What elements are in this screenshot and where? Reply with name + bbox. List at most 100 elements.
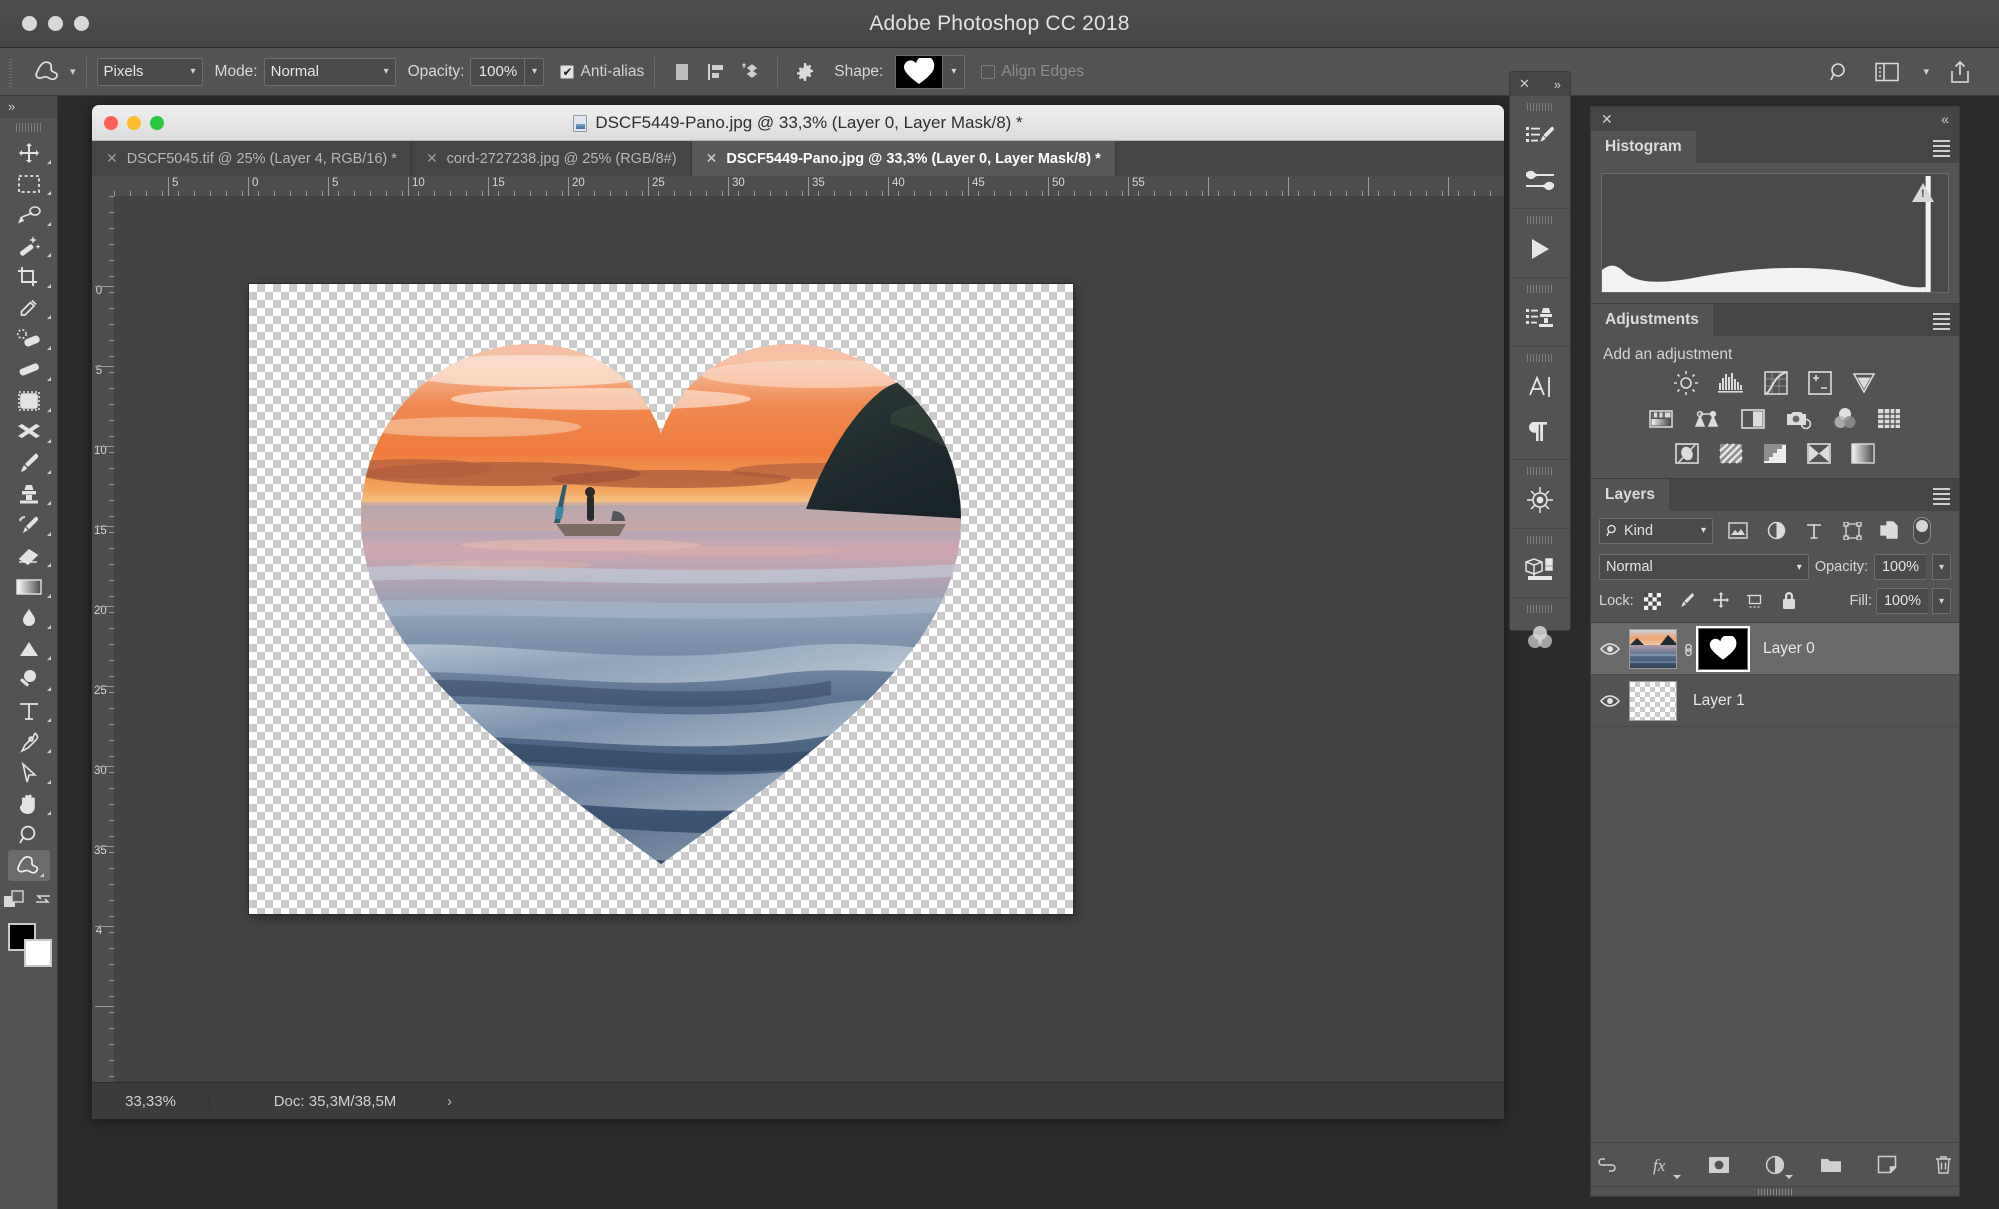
- panel-clone-source[interactable]: [1510, 296, 1570, 340]
- layer-opacity-stepper[interactable]: ▾: [1932, 554, 1951, 580]
- align-edges-checkbox[interactable]: Align Edges: [981, 63, 1084, 81]
- tool-preset-chevron-icon[interactable]: ▾: [70, 65, 76, 78]
- close-icon[interactable]: ✕: [1519, 76, 1530, 92]
- layer-opacity-input[interactable]: 100%: [1874, 554, 1926, 580]
- custom-shape-picker[interactable]: [895, 54, 944, 89]
- layers-list[interactable]: Layer 0 Layer 1: [1591, 622, 1959, 1142]
- filter-adjustment-layers[interactable]: [1757, 518, 1795, 544]
- panel-resize-grip[interactable]: [1591, 1186, 1959, 1196]
- tools-panel-grip[interactable]: [15, 121, 42, 133]
- minidock-grip[interactable]: [1527, 283, 1553, 294]
- filter-type-layers[interactable]: [1795, 518, 1833, 544]
- panel-paragraph[interactable]: [1510, 409, 1570, 453]
- tool-blur[interactable]: [0, 602, 57, 633]
- status-expand-icon[interactable]: ›: [447, 1093, 452, 1110]
- color-swatches[interactable]: [7, 923, 52, 967]
- panel-channels[interactable]: [1510, 616, 1570, 660]
- doc-size-info[interactable]: Doc: 35,3M/38,5M ›: [210, 1093, 460, 1110]
- layer-blend-mode-select[interactable]: Normal ▾: [1599, 554, 1809, 580]
- layer-fill-stepper[interactable]: ▾: [1932, 588, 1951, 614]
- tool-eyedropper[interactable]: [0, 292, 57, 323]
- tool-clone-stamp[interactable]: [0, 478, 57, 509]
- layer-name[interactable]: Layer 1: [1693, 692, 1745, 710]
- close-icon[interactable]: ✕: [106, 150, 118, 167]
- layer-name[interactable]: Layer 0: [1763, 640, 1815, 658]
- close-icon[interactable]: ✕: [706, 150, 718, 167]
- tool-eraser[interactable]: [0, 540, 57, 571]
- layer-row-1[interactable]: Layer 1: [1591, 675, 1959, 727]
- layer-style-button[interactable]: fx: [1650, 1152, 1681, 1179]
- curves-icon[interactable]: [1763, 370, 1789, 396]
- selective-color-icon[interactable]: [1806, 442, 1832, 466]
- search-icon[interactable]: [1822, 56, 1856, 88]
- tool-history-brush[interactable]: [0, 509, 57, 540]
- document-tab-0[interactable]: ✕ DSCF5045.tif @ 25% (Layer 4, RGB/16) *: [92, 141, 412, 176]
- layer-visibility-toggle[interactable]: [1591, 694, 1629, 708]
- tool-custom-shape[interactable]: [7, 850, 50, 881]
- delete-layer-button[interactable]: [1930, 1152, 1956, 1178]
- background-color-swatch[interactable]: [23, 939, 52, 967]
- panel-actions[interactable]: [1510, 227, 1570, 271]
- tool-type[interactable]: [0, 695, 57, 726]
- opacity-stepper[interactable]: ▾: [524, 57, 545, 86]
- layer-row-0[interactable]: Layer 0: [1591, 623, 1959, 675]
- layer-thumbnail[interactable]: [1629, 628, 1677, 669]
- new-adjustment-layer-button[interactable]: [1762, 1152, 1793, 1179]
- filter-enable-toggle[interactable]: [1913, 517, 1931, 544]
- vertical-ruler[interactable]: 0 5 10 15 20 25 30 35 4: [92, 196, 114, 1119]
- new-group-button[interactable]: [1818, 1152, 1844, 1178]
- lock-position[interactable]: [1706, 589, 1736, 613]
- levels-icon[interactable]: [1717, 371, 1745, 395]
- close-icon[interactable]: ✕: [426, 150, 438, 167]
- color-balance-icon[interactable]: [1692, 407, 1722, 431]
- color-lookup-icon[interactable]: [1876, 407, 1902, 431]
- threshold-icon[interactable]: [1762, 442, 1788, 466]
- tool-pen[interactable]: [0, 726, 57, 757]
- tools-expand-button[interactable]: »: [0, 96, 57, 118]
- layer-filter-kind-select[interactable]: Kind ▾: [1599, 517, 1713, 544]
- layer-mask-link-icon[interactable]: [1677, 640, 1699, 658]
- panel-menu-icon[interactable]: [1933, 313, 1950, 333]
- tab-histogram[interactable]: Histogram: [1591, 131, 1696, 163]
- minidock-grip[interactable]: [1527, 352, 1553, 363]
- blend-mode-select[interactable]: Normal ▾: [263, 57, 396, 86]
- default-colors-icon[interactable]: [3, 888, 27, 910]
- panel-menu-icon[interactable]: [1933, 488, 1950, 508]
- tool-burn[interactable]: [0, 664, 57, 695]
- tool-magic-wand[interactable]: [0, 230, 57, 261]
- path-arrangement-button[interactable]: [733, 56, 767, 88]
- panel-navigator[interactable]: [1510, 478, 1570, 522]
- document-tab-2[interactable]: ✕ DSCF5449-Pano.jpg @ 33,3% (Layer 0, La…: [691, 141, 1116, 176]
- tool-path-selection[interactable]: [0, 757, 57, 788]
- posterize-icon[interactable]: [1718, 442, 1744, 466]
- panel-brushes[interactable]: [1510, 114, 1570, 158]
- tool-zoom[interactable]: [0, 819, 57, 850]
- vibrance-icon[interactable]: [1851, 371, 1877, 395]
- photo-filter-icon[interactable]: [1784, 407, 1814, 431]
- share-icon[interactable]: [1943, 56, 1977, 88]
- black-white-icon[interactable]: [1740, 408, 1766, 430]
- layer-thumbnail[interactable]: [1629, 680, 1677, 721]
- expand-icon[interactable]: »: [1554, 77, 1561, 92]
- path-alignment-button[interactable]: [699, 56, 733, 88]
- tool-dodge[interactable]: [0, 633, 57, 664]
- opacity-input[interactable]: 100%: [470, 57, 525, 86]
- zoom-level[interactable]: 33,33%: [92, 1092, 210, 1110]
- workspace-switcher-icon[interactable]: [1870, 56, 1904, 88]
- filter-shape-layers[interactable]: [1833, 518, 1871, 544]
- tool-mixer-brush[interactable]: [0, 416, 57, 447]
- cached-data-warning-icon[interactable]: [1912, 183, 1934, 202]
- lock-image-pixels[interactable]: [1672, 589, 1702, 613]
- panel-brush-settings[interactable]: [1510, 158, 1570, 202]
- lock-all[interactable]: [1774, 589, 1804, 613]
- layer-fill-input[interactable]: 100%: [1876, 588, 1928, 614]
- geometry-options-gear-icon[interactable]: [788, 56, 822, 88]
- canvas-area[interactable]: [114, 196, 1504, 1082]
- lock-transparent-pixels[interactable]: [1638, 589, 1668, 613]
- exposure-icon[interactable]: [1807, 370, 1833, 396]
- chevron-down-icon[interactable]: ▾: [1923, 65, 1929, 78]
- minidock-grip[interactable]: [1527, 603, 1553, 614]
- minidock-grip[interactable]: [1527, 534, 1553, 545]
- brightness-contrast-icon[interactable]: [1673, 370, 1699, 396]
- tool-crop[interactable]: [0, 261, 57, 292]
